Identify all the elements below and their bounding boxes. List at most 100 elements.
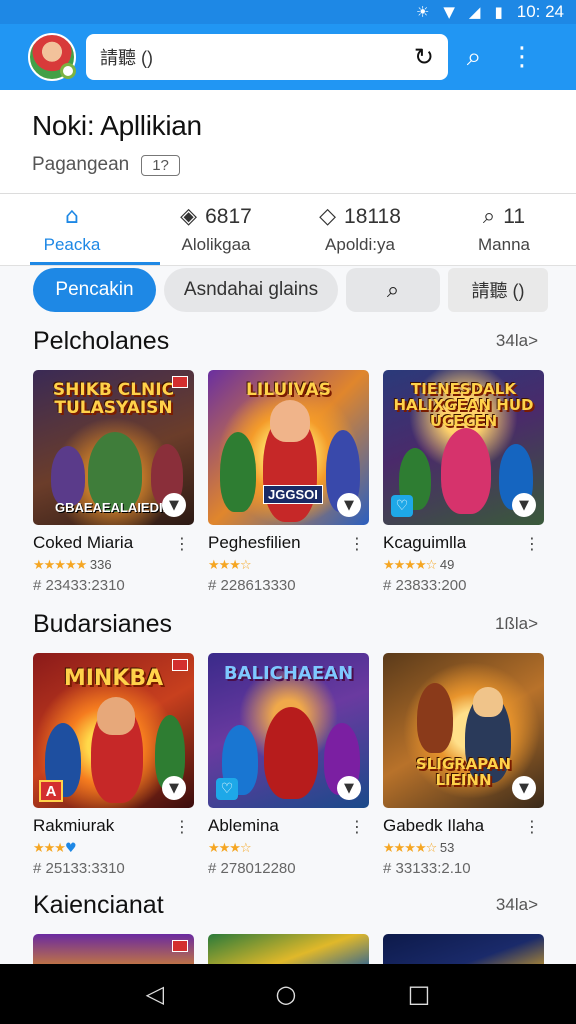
game-thumbnail[interactable]: LILUIVAS JGGSOI ▼ bbox=[208, 370, 369, 525]
layers-icon: ◇ bbox=[319, 204, 337, 229]
thumbnail-title: LILUIVAS bbox=[246, 380, 331, 400]
tab-label: Apoldi:ya bbox=[325, 235, 395, 254]
tab-label: Peacka bbox=[43, 235, 101, 254]
chip-search-button[interactable]: ⌕ bbox=[346, 268, 440, 312]
back-icon[interactable]: ◁ bbox=[146, 980, 164, 1008]
chevron-down-icon[interactable]: ▼ bbox=[337, 776, 361, 800]
thumbnail-title: SHIKB CLNIC TULASYAISN bbox=[52, 380, 175, 418]
section-title: Kaiencianat bbox=[33, 890, 164, 919]
more-options-icon[interactable]: ⋮ bbox=[524, 534, 544, 553]
chevron-down-icon[interactable]: ▼ bbox=[512, 776, 536, 800]
game-thumbnail[interactable]: SLIGRAPAN LIEINN ▼ bbox=[383, 653, 544, 808]
filter-chips: Pencakin Asndahai glains ⌕ 請聽 () bbox=[0, 266, 576, 314]
download-count: # 25133:3310 bbox=[33, 860, 125, 877]
badge-icon bbox=[172, 940, 188, 952]
search-input[interactable]: 請聽 () bbox=[100, 44, 414, 70]
game-card[interactable]: LILUIVAS JGGSOI ▼ Peghesfilien ⋮ ★★★☆ # 2… bbox=[208, 370, 369, 594]
tab-count: 18118 bbox=[344, 204, 401, 228]
game-thumbnail[interactable]: TIENESDALK HALIXGEAN HUD UCECEN ♡ ▼ bbox=[383, 370, 544, 525]
section-title: Pelcholanes bbox=[33, 326, 170, 355]
chip-asndahai-glains[interactable]: Asndahai glains bbox=[164, 268, 338, 312]
recents-icon[interactable]: □ bbox=[408, 980, 431, 1008]
section-title: Budarsianes bbox=[33, 609, 172, 638]
game-card[interactable]: MINKBA A ▼ Rakmiurak ⋮ ★★★♥ # 25133:3310 bbox=[33, 653, 194, 877]
search-icon: ⌕ bbox=[386, 277, 400, 303]
heart-icon: ♡ bbox=[216, 778, 238, 800]
download-count: # 278012280 bbox=[208, 860, 296, 877]
more-vert-icon[interactable]: ⋮ bbox=[500, 42, 544, 72]
more-options-icon[interactable]: ⋮ bbox=[349, 534, 369, 553]
chevron-down-icon[interactable]: ▼ bbox=[337, 493, 361, 517]
avatar[interactable] bbox=[28, 33, 76, 81]
wifi-icon: ▼ bbox=[443, 3, 455, 21]
game-thumbnail[interactable]: BALICHAEAN ♡ ▼ bbox=[208, 653, 369, 808]
download-count: # 23833:200 bbox=[383, 577, 467, 594]
game-card[interactable]: BALICHAEAN ♡ ▼ Ablemina ⋮ ★★★☆ # 27801228… bbox=[208, 653, 369, 877]
tab-count: 6817 bbox=[205, 204, 252, 228]
system-nav-bar: ◁ ○ □ bbox=[0, 964, 576, 1024]
status-time: 10: 24 bbox=[516, 2, 564, 21]
more-options-icon[interactable]: ⋮ bbox=[174, 534, 194, 553]
thumbnail-caption: JGGSOI bbox=[263, 485, 323, 504]
heart-icon: ♡ bbox=[391, 495, 413, 517]
refresh-icon[interactable]: ↻ bbox=[414, 43, 434, 71]
count-badge: 1? bbox=[141, 154, 180, 176]
app-logo-icon: A bbox=[39, 780, 63, 802]
see-more-link[interactable]: 34la> bbox=[496, 895, 538, 915]
game-card[interactable]: SLIGRAPAN LIEINN ▼ Gabedk Ilaha ⋮ ★★★★☆ 5… bbox=[383, 653, 544, 877]
signal-icon: ◢ bbox=[468, 3, 481, 21]
chip-more[interactable]: 請聽 () bbox=[448, 268, 548, 312]
tab-count: 11 bbox=[503, 204, 526, 228]
star-rating: ★★★★☆ bbox=[383, 558, 437, 573]
section-pelcholanes: Pelcholanes 34la> SHIKB CLNIC TULASYAISN… bbox=[0, 324, 576, 594]
chip-pencakin[interactable]: Pencakin bbox=[33, 268, 156, 312]
game-card[interactable]: TIENESDALK HALIXGEAN HUD UCECEN ♡ ▼ Kcag… bbox=[383, 370, 544, 594]
game-name: Gabedk Ilaha bbox=[383, 816, 485, 835]
tab-apoldiya[interactable]: ◇ 18118 Apoldi:ya bbox=[288, 194, 432, 265]
search-icon: ⌕ bbox=[482, 204, 496, 229]
download-count: # 33133:2.10 bbox=[383, 860, 471, 877]
page-header: Noki: Apllikian Pagangean 1? bbox=[0, 90, 576, 194]
more-options-icon[interactable]: ⋮ bbox=[524, 817, 544, 836]
tab-label: Alolikgaa bbox=[181, 235, 251, 254]
tab-bar: ⌂ Peacka ◈ 6817 Alolikgaa ◇ 18118 Apoldi:y… bbox=[0, 194, 576, 266]
game-name: Peghesfilien bbox=[208, 533, 301, 552]
game-thumbnail[interactable]: MINKBA A ▼ bbox=[33, 653, 194, 808]
game-thumbnail[interactable]: SHIKB CLNIC TULASYAISN GBAEAEALAIEDIN ▼ bbox=[33, 370, 194, 525]
status-dot bbox=[60, 63, 76, 79]
page-title: Noki: Apllikian bbox=[32, 110, 202, 141]
see-more-link[interactable]: 34la> bbox=[496, 331, 538, 351]
badge-icon bbox=[172, 376, 188, 388]
rating-count: 49 bbox=[439, 557, 455, 572]
tab-peacka[interactable]: ⌂ Peacka bbox=[0, 194, 160, 265]
game-name: Kcaguimlla bbox=[383, 533, 467, 552]
more-options-icon[interactable]: ⋮ bbox=[174, 817, 194, 836]
chevron-down-icon[interactable]: ▼ bbox=[162, 493, 186, 517]
tab-manna[interactable]: ⌕ 11 Manna bbox=[432, 194, 576, 265]
thumbnail-title: TIENESDALK HALIXGEAN HUD UCECEN bbox=[393, 380, 534, 430]
game-name: Rakmiurak bbox=[33, 816, 115, 835]
star-rating: ★★★★★ bbox=[33, 558, 87, 573]
rating-count: 53 bbox=[439, 840, 455, 855]
rating-count: 336 bbox=[89, 557, 112, 572]
tab-alolikgaa[interactable]: ◈ 6817 Alolikgaa bbox=[144, 194, 288, 265]
download-count: # 23433:2310 bbox=[33, 577, 125, 594]
brightness-icon: ☀ bbox=[415, 3, 430, 21]
chevron-down-icon[interactable]: ▼ bbox=[512, 493, 536, 517]
chevron-down-icon[interactable]: ▼ bbox=[162, 776, 186, 800]
search-bar[interactable]: 請聽 () ↻ bbox=[86, 34, 448, 80]
home-circle-icon[interactable]: ○ bbox=[275, 980, 296, 1008]
badge-icon bbox=[172, 659, 188, 671]
search-icon[interactable]: ⌕ bbox=[448, 42, 500, 73]
tab-label: Manna bbox=[478, 235, 530, 254]
more-options-icon[interactable]: ⋮ bbox=[349, 817, 369, 836]
section-kaiencianat: Kaiencianat 34la> bbox=[0, 888, 576, 974]
heart-icon: ♥ bbox=[64, 841, 77, 856]
game-card[interactable]: SHIKB CLNIC TULASYAISN GBAEAEALAIEDIN ▼ … bbox=[33, 370, 194, 594]
game-name: Ablemina bbox=[208, 816, 279, 835]
star-rating: ★★★★☆ bbox=[383, 841, 437, 856]
see-more-link[interactable]: 1ßla> bbox=[495, 614, 538, 634]
game-name: Coked Miaria bbox=[33, 533, 134, 552]
section-budarsianes: Budarsianes 1ßla> MINKBA A ▼ Rakmiurak ⋮ … bbox=[0, 607, 576, 877]
download-count: # 228613330 bbox=[208, 577, 296, 594]
